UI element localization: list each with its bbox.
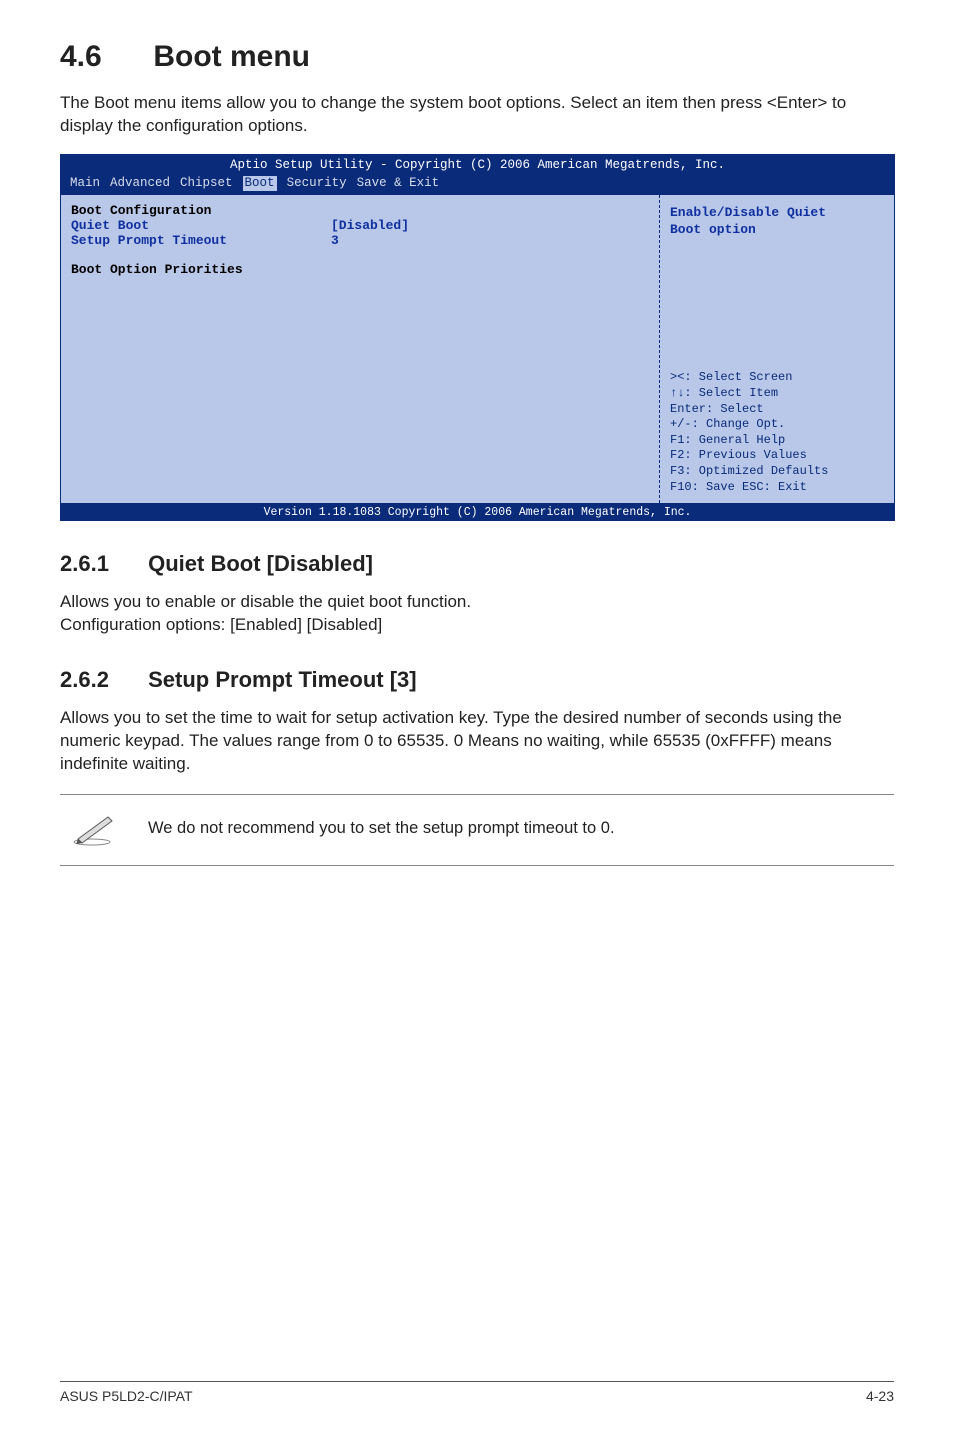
subsection-1-text: Allows you to enable or disable the quie… [60, 591, 894, 637]
bios-key-2: Enter: Select [670, 402, 884, 418]
bios-menu-bar: Main Advanced Chipset Boot Security Save… [70, 176, 885, 192]
bios-key-7: F10: Save ESC: Exit [670, 480, 884, 496]
bios-item-quiet-boot-value: [Disabled] [331, 218, 409, 233]
bios-menu-advanced: Advanced [110, 176, 170, 192]
bios-key-help: ><: Select Screen ↑↓: Select Item Enter:… [670, 370, 884, 495]
bios-screenshot: Aptio Setup Utility - Copyright (C) 2006… [60, 154, 895, 521]
note-block: We do not recommend you to set the setup… [60, 794, 894, 866]
section-title: Boot menu [153, 40, 310, 73]
bios-body: Boot Configuration Quiet Boot [Disabled]… [60, 194, 895, 504]
bios-key-5: F2: Previous Values [670, 448, 884, 464]
bios-heading-boot-config: Boot Configuration [71, 203, 649, 218]
bios-item-timeout-label: Setup Prompt Timeout [71, 233, 331, 248]
bios-key-4: F1: General Help [670, 433, 884, 449]
note-text: We do not recommend you to set the setup… [148, 819, 615, 838]
bios-menu-main: Main [70, 176, 100, 192]
bios-right-pane: Enable/Disable Quiet Boot option ><: Sel… [659, 195, 894, 503]
subsection-1-heading: 2.6.1 Quiet Boot [Disabled] [60, 551, 894, 577]
bios-left-pane: Boot Configuration Quiet Boot [Disabled]… [61, 195, 659, 503]
bios-hint-line2: Boot option [670, 222, 884, 237]
subsection-1-title: Quiet Boot [Disabled] [148, 551, 373, 576]
section-number: 4.6 [60, 40, 145, 74]
bios-key-6: F3: Optimized Defaults [670, 464, 884, 480]
subsection-1-number: 2.6.1 [60, 551, 142, 577]
bios-header: Aptio Setup Utility - Copyright (C) 2006… [60, 154, 895, 194]
bios-menu-security: Security [287, 176, 347, 192]
subsection-2-text: Allows you to set the time to wait for s… [60, 707, 894, 776]
bios-footer: Version 1.18.1083 Copyright (C) 2006 Ame… [60, 504, 895, 521]
page-footer: ASUS P5LD2-C/IPAT 4-23 [60, 1381, 894, 1404]
bios-item-quiet-boot-label: Quiet Boot [71, 218, 331, 233]
subsection-2-heading: 2.6.2 Setup Prompt Timeout [3] [60, 667, 894, 693]
bios-hint-line1: Enable/Disable Quiet [670, 205, 884, 220]
bios-menu-save-exit: Save & Exit [357, 176, 440, 192]
bios-key-1: ↑↓: Select Item [670, 386, 884, 402]
bios-top-line: Aptio Setup Utility - Copyright (C) 2006… [70, 158, 885, 174]
bios-menu-boot: Boot [243, 176, 277, 192]
subsection-2-number: 2.6.2 [60, 667, 142, 693]
footer-left: ASUS P5LD2-C/IPAT [60, 1388, 193, 1404]
intro-paragraph: The Boot menu items allow you to change … [60, 92, 894, 138]
bios-heading-boot-priorities: Boot Option Priorities [71, 262, 649, 277]
bios-key-0: ><: Select Screen [670, 370, 884, 386]
pen-icon [70, 811, 120, 847]
bios-item-timeout-value: 3 [331, 233, 339, 248]
subsection-2-title: Setup Prompt Timeout [3] [148, 667, 417, 692]
section-heading: 4.6 Boot menu [60, 40, 894, 74]
bios-menu-chipset: Chipset [180, 176, 233, 192]
bios-key-3: +/-: Change Opt. [670, 417, 884, 433]
footer-right: 4-23 [866, 1388, 894, 1404]
